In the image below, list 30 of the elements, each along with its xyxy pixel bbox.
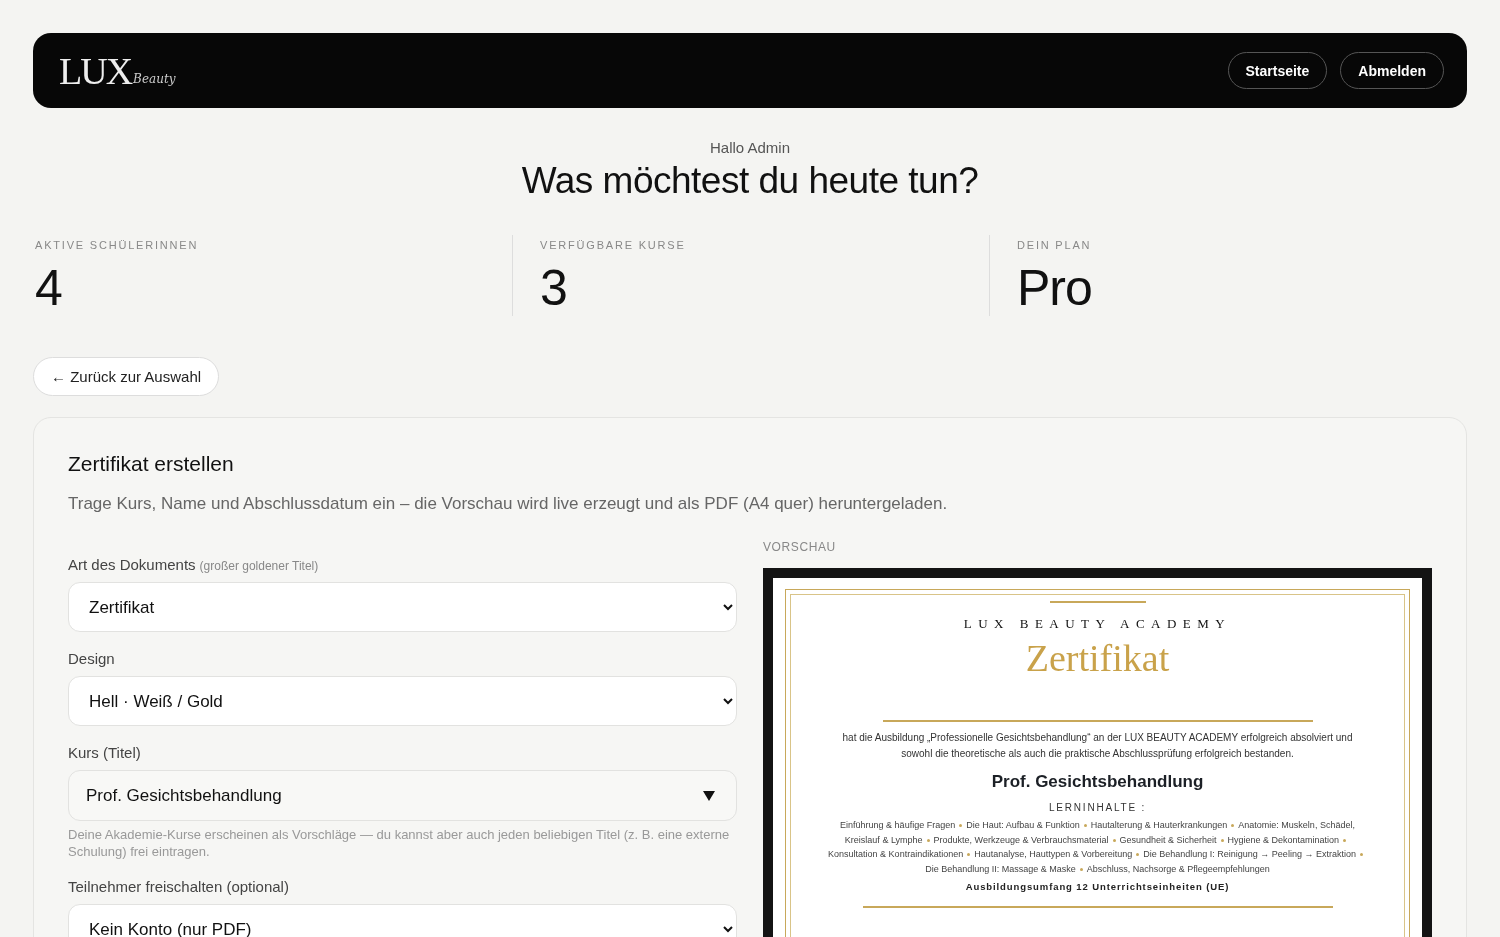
stat-value: 4 <box>35 259 63 317</box>
greeting: Hallo Admin <box>708 139 791 156</box>
training-scope: Ausbildungsumfang 12 Unterrichtseinheiten (UE) <box>965 881 1230 892</box>
stat-label: AKTIVE SCHÜLERINNEN <box>35 239 200 251</box>
logo: LUXBeauty <box>59 51 176 90</box>
preview-label: VORSCHAU <box>763 540 837 554</box>
field-label: Art des Dokuments <box>68 556 196 573</box>
field-label: Design <box>68 650 116 667</box>
course-title: Prof. Gesichtsbehandlung <box>991 772 1204 792</box>
back-button[interactable]: ← Zurück zur Auswahl <box>33 357 220 396</box>
topics-heading: LERNINHALTE : <box>1048 802 1147 813</box>
topics-text: Einführung & häufige Fragen Die Haut: Aufbau & Funktion Hautalterung & Hauterkrankungen Anatomie: Muskeln, Schädel, Kreislauf & Lymphe Produkte, Werkzeuge & Verbrauchsmaterial Gesundheit & Sicherheit Hygiene & Dekontamination Konsultation & Kontraindikationen Hautanalyse, Hauttypen & Vorbereitung Die Behandlung I: Reinigung → Peeling → Extraktion Die Behandlung II: Massage & Maske Abschluss, Nachsorge & Pflegeempfehlungen <box>822 818 1373 876</box>
field-label: Kurs (Titel) <box>68 744 142 761</box>
certificate-statement: hat die Ausbildung „Professionelle Gesichtsbehandlung“ an der LUX BEAUTY ACADEMY erfolgreich absolviert und sowohl die theoretische als auch die praktische Abschlussprüfung erfolgreich bestanden. <box>841 731 1354 761</box>
card-title: Zertifikat erstellen <box>68 452 235 476</box>
stat-value: Pro <box>1017 259 1093 317</box>
help-text: Deine Akademie-Kurse erscheinen als Vorschläge — du kannst aber auch jeden beliebigen Titel (z. B. eine externe Schulung) frei eintragen. <box>68 826 731 860</box>
academy-name: LUX BEAUTY ACADEMY <box>963 616 1232 632</box>
document-title: Zertifikat <box>1025 636 1170 680</box>
stat-value: 3 <box>540 259 568 317</box>
select-field[interactable]: Hell · Weiß / Gold <box>68 676 737 726</box>
stat-label: DEIN PLAN <box>1017 239 1093 251</box>
course-field[interactable]: Prof. Gesichtsbehandlung <box>68 770 737 821</box>
headline: Was möchtest du heute tun? <box>520 160 980 202</box>
field-hint: (großer goldener Titel) <box>199 559 319 573</box>
caret-icon <box>703 791 715 801</box>
field-label: Teilnehmer freischalten (optional) <box>68 878 290 895</box>
select-field[interactable]: Zertifikat <box>68 582 737 632</box>
stat-label: VERFÜGBARE KURSE <box>540 239 687 251</box>
card-description: Trage Kurs, Name und Abschlussdatum ein – die Vorschau wird live erzeugt und als PDF (A4 quer) heruntergeladen. <box>68 494 949 514</box>
